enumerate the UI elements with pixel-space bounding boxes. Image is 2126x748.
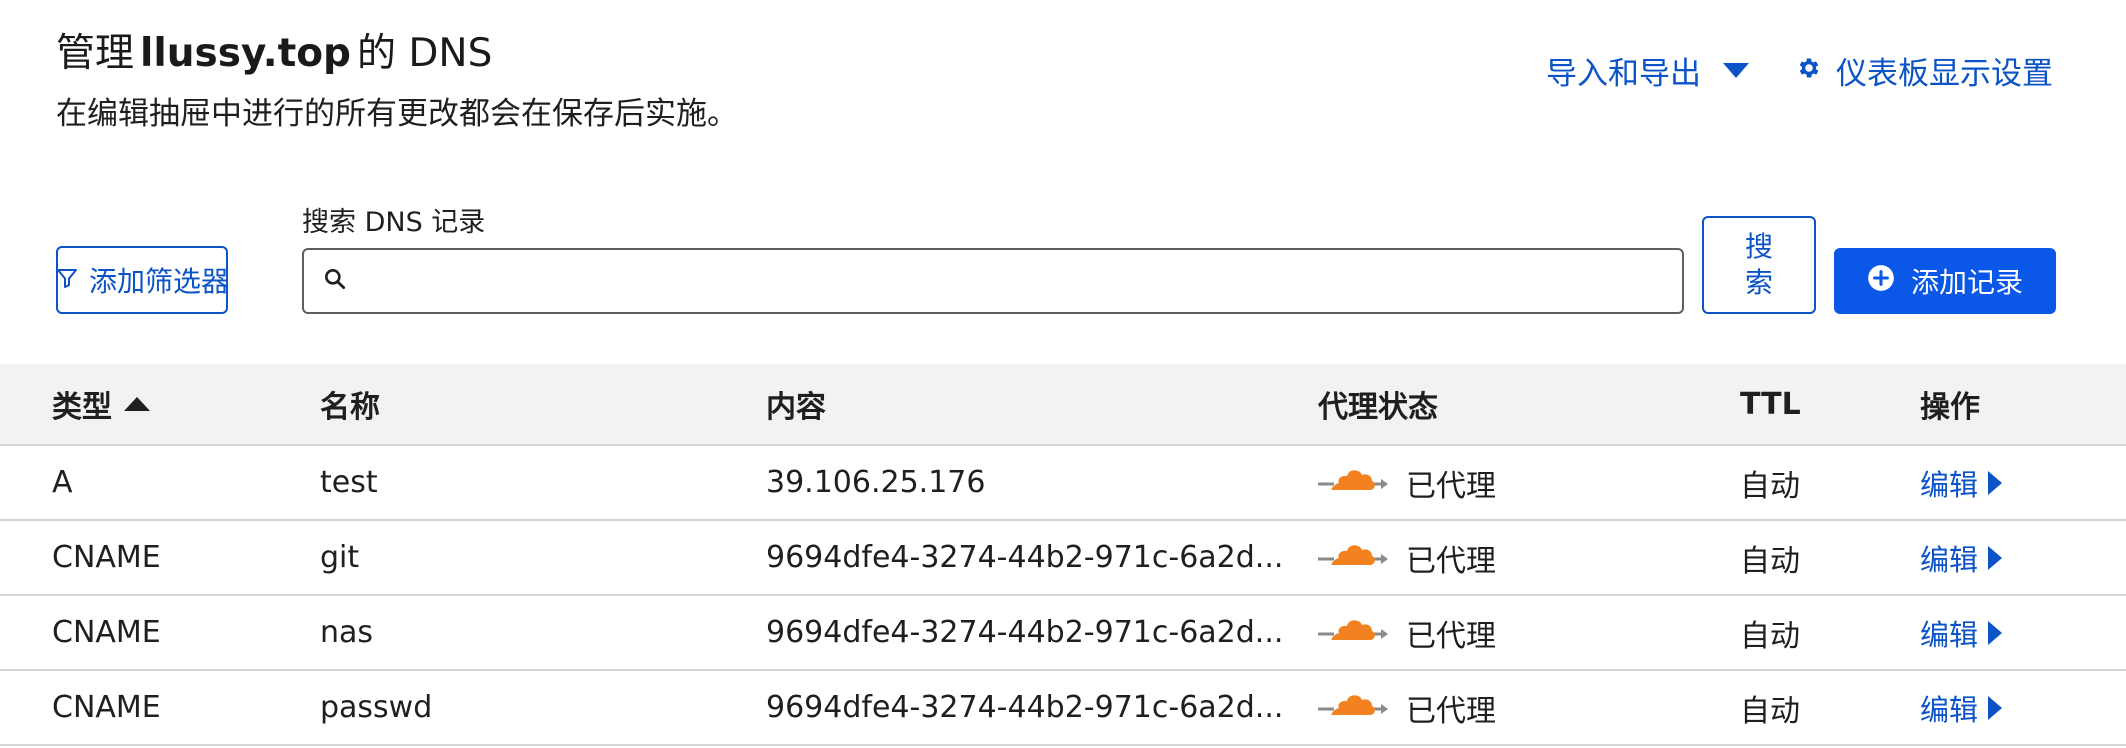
add-filter-label: 添加筛选器	[89, 265, 230, 298]
dashboard-settings-label: 仪表板显示设置	[1836, 56, 2053, 92]
record-ttl: 自动	[1740, 543, 1800, 579]
add-record-label: 添加记录	[1910, 266, 2023, 299]
proxy-status-label: 已代理	[1406, 618, 1496, 654]
filter-icon	[55, 264, 79, 297]
proxied-cloud-icon	[1318, 614, 1392, 652]
search-input[interactable]	[360, 263, 1682, 299]
edit-label: 编辑	[1920, 692, 1979, 727]
table-row[interactable]: CNAME nas 9694dfe4-3274-44b2-971c-6a2d..…	[0, 596, 2126, 671]
chevron-right-icon	[1988, 470, 2003, 495]
table-row[interactable]: CNAME git 9694dfe4-3274-44b2-971c-6a2d..…	[0, 521, 2126, 596]
proxy-status: 已代理	[1318, 671, 1496, 744]
proxy-status-label: 已代理	[1406, 693, 1496, 729]
plus-circle-icon	[1867, 264, 1895, 299]
record-ttl: 自动	[1740, 618, 1800, 654]
search-button[interactable]: 搜索	[1702, 216, 1816, 314]
proxied-cloud-icon	[1318, 539, 1392, 577]
table-row[interactable]: CNAME passwd 9694dfe4-3274-44b2-971c-6a2…	[0, 671, 2126, 746]
record-content: 9694dfe4-3274-44b2-971c-6a2d...	[766, 690, 1284, 725]
dns-records-table: 类型 名称 内容 代理状态 TTL 操作 A test 39.106.25.17…	[0, 364, 2126, 746]
import-export-button[interactable]: 导入和导出	[1546, 48, 1749, 93]
record-content: 9694dfe4-3274-44b2-971c-6a2d...	[766, 615, 1284, 650]
column-header-content[interactable]: 内容	[766, 364, 1296, 444]
edit-record-button[interactable]: 编辑	[1920, 687, 2003, 729]
record-type: CNAME	[52, 615, 161, 650]
record-name: passwd	[320, 690, 433, 725]
record-type: CNAME	[52, 690, 161, 725]
edit-record-button[interactable]: 编辑	[1920, 612, 2003, 654]
column-header-type[interactable]: 类型	[52, 364, 150, 444]
record-ttl: 自动	[1740, 468, 1800, 504]
edit-label: 编辑	[1920, 467, 1979, 502]
table-row[interactable]: A test 39.106.25.176 已代理 自动 编辑	[0, 446, 2126, 521]
search-label: 搜索 DNS 记录	[302, 207, 486, 238]
chevron-down-icon	[1723, 63, 1749, 78]
dashboard-settings-button[interactable]: 仪表板显示设置	[1796, 48, 2053, 93]
column-header-actions: 操作	[1920, 390, 1980, 425]
sort-ascending-icon	[124, 397, 150, 411]
chevron-right-icon	[1988, 545, 2003, 570]
record-name: nas	[320, 615, 374, 650]
edit-label: 编辑	[1920, 542, 1979, 577]
title-suffix: 的 DNS	[356, 31, 493, 76]
column-type-label: 类型	[52, 390, 112, 425]
record-type: A	[52, 465, 73, 500]
column-header-name[interactable]: 名称	[320, 364, 380, 444]
add-filter-button[interactable]: 添加筛选器	[55, 246, 230, 314]
edit-record-button[interactable]: 编辑	[1920, 462, 2003, 504]
table-header: 类型 名称 内容 代理状态 TTL 操作	[0, 364, 2126, 446]
proxied-cloud-icon	[1318, 464, 1392, 502]
record-ttl: 自动	[1740, 693, 1800, 729]
search-input-box[interactable]	[302, 248, 1684, 314]
proxy-status: 已代理	[1318, 521, 1496, 594]
record-content: 9694dfe4-3274-44b2-971c-6a2d...	[766, 540, 1284, 575]
page-subtitle: 在编辑抽屉中进行的所有更改都会在保存后实施。	[56, 96, 738, 132]
edit-label: 编辑	[1920, 617, 1979, 652]
chevron-right-icon	[1988, 620, 2003, 645]
add-record-button[interactable]: 添加记录	[1834, 248, 2056, 314]
record-name: git	[320, 540, 360, 575]
page-title: 管理 llussy.top 的 DNS	[56, 22, 492, 78]
search-icon	[322, 266, 348, 296]
proxy-status: 已代理	[1318, 446, 1496, 519]
column-header-proxy-status[interactable]: 代理状态	[1318, 364, 1438, 444]
record-type: CNAME	[52, 540, 161, 575]
record-name: test	[320, 465, 378, 500]
title-prefix: 管理	[56, 31, 135, 76]
proxy-status: 已代理	[1318, 596, 1496, 669]
import-export-label: 导入和导出	[1546, 56, 1701, 92]
column-header-ttl[interactable]: TTL	[1740, 364, 1801, 444]
record-content: 39.106.25.176	[766, 465, 986, 500]
proxy-status-label: 已代理	[1406, 543, 1496, 579]
edit-record-button[interactable]: 编辑	[1920, 537, 2003, 579]
proxied-cloud-icon	[1318, 689, 1392, 727]
gear-icon	[1796, 53, 1822, 89]
chevron-right-icon	[1988, 695, 2003, 720]
proxy-status-label: 已代理	[1406, 468, 1496, 504]
domain-name: llussy.top	[140, 31, 351, 76]
